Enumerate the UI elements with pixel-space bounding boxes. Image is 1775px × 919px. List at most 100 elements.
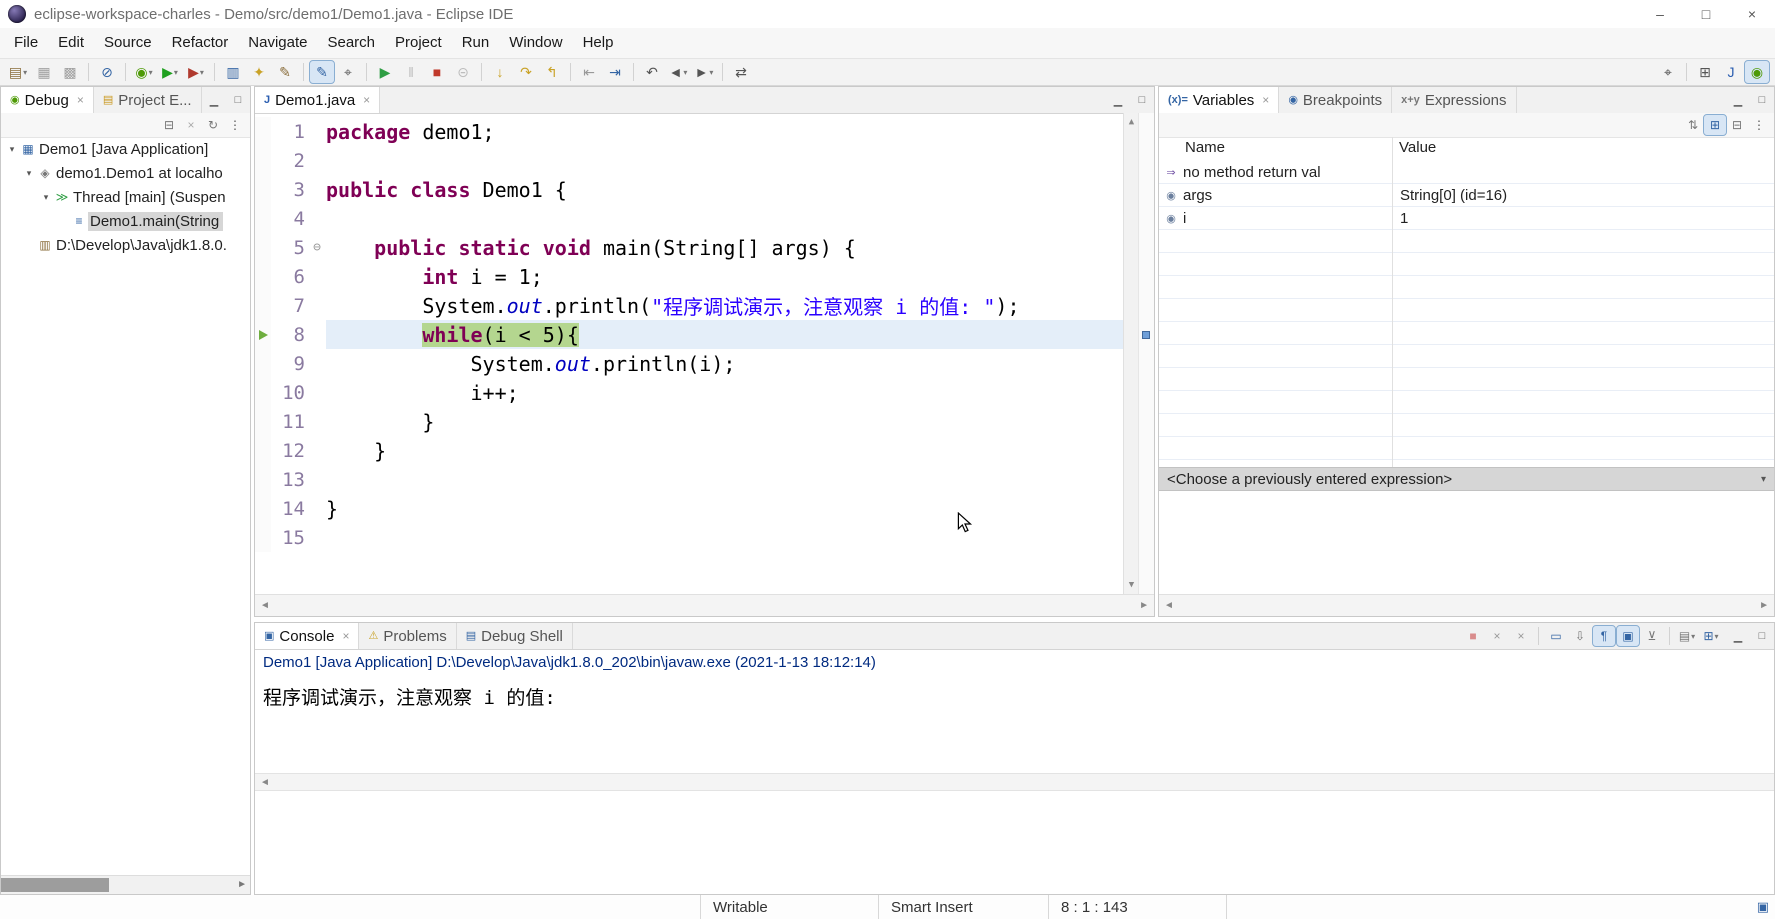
code-line[interactable]: 1package demo1; (255, 117, 1123, 146)
console-area-tab-console[interactable]: ▣Console× (255, 623, 359, 649)
menu-help[interactable]: Help (573, 28, 624, 58)
editor-tab-demo1-java[interactable]: JDemo1.java× (255, 87, 380, 113)
step-into-button[interactable]: ↓ (488, 61, 512, 83)
restart-button[interactable]: ↻ (202, 115, 224, 135)
terminate-button[interactable]: ■ (425, 61, 449, 83)
open-console-button[interactable]: ⊞▾ (1700, 626, 1722, 646)
scroll-right-icon[interactable]: ► (237, 879, 247, 890)
variable-row-no-method-return-val[interactable]: ⇒no method return val (1159, 161, 1774, 184)
console-output[interactable]: 程序调试演示，注意观察 i 的值: (255, 675, 1774, 779)
debug-button[interactable]: ◉▾ (132, 61, 156, 83)
variables-view-maximize-button[interactable]: □ (1750, 87, 1774, 113)
code-line[interactable]: 8 while(i < 5){ (255, 320, 1123, 349)
value-column-header[interactable]: Value (1399, 139, 1436, 156)
menu-project[interactable]: Project (385, 28, 452, 58)
show-type-names-button[interactable]: ⇅ (1682, 115, 1704, 135)
save-all-button[interactable]: ▩ (58, 61, 82, 83)
run-dropdown-icon[interactable]: ▾ (174, 68, 178, 77)
debug-view-minimize-button[interactable]: ▁ (202, 87, 226, 113)
code-editor[interactable]: 1package demo1;23public class Demo1 {45⊖… (255, 113, 1154, 594)
view-menu-button[interactable]: ⋮ (224, 115, 246, 135)
variable-row-i[interactable]: ◉i1 (1159, 207, 1774, 230)
menu-file[interactable]: File (4, 28, 48, 58)
coverage-dropdown-icon[interactable]: ▾ (200, 68, 204, 77)
window-minimize-button[interactable]: – (1637, 0, 1683, 28)
code-line[interactable]: 13 (255, 465, 1123, 494)
skip-all-breakpoints-button[interactable]: ⊘ (95, 61, 119, 83)
window-close-button[interactable]: × (1729, 0, 1775, 28)
menu-search[interactable]: Search (317, 28, 385, 58)
display-selected-console-dropdown-icon[interactable]: ▾ (1691, 632, 1695, 641)
scroll-right-icon[interactable]: ► (1139, 600, 1149, 611)
scroll-up-icon[interactable]: ▲ (1129, 117, 1134, 127)
vars-area-tab-breakpoints[interactable]: ◉Breakpoints (1279, 87, 1392, 113)
status-corner-icon[interactable]: ▣ (1757, 899, 1769, 915)
java-perspective-button[interactable]: J (1719, 61, 1743, 83)
menu-navigate[interactable]: Navigate (238, 28, 317, 58)
resume-button[interactable]: ▶ (373, 61, 397, 83)
scrollbar-thumb[interactable] (1, 878, 109, 892)
debug-tree-item-demo1-demo1-at-localho[interactable]: ▾◈demo1.Demo1 at localho (1, 161, 250, 185)
code-line[interactable]: 11 } (255, 407, 1123, 436)
variable-row-args[interactable]: ◉argsString[0] (id=16) (1159, 184, 1774, 207)
editor-horizontal-scrollbar[interactable]: ◄ ► (255, 594, 1154, 616)
editor-vertical-scrollbar[interactable]: ▲ ▼ (1123, 113, 1139, 594)
expression-entry-bar[interactable]: <Choose a previously entered expression>… (1159, 467, 1774, 491)
code-line[interactable]: 9 System.out.println(i); (255, 349, 1123, 378)
open-type-button[interactable]: ✎ (273, 61, 297, 83)
remove-all-terminated-button[interactable]: × (180, 115, 202, 135)
chevron-down-icon[interactable]: ▾ (1761, 474, 1766, 485)
scroll-left-icon[interactable]: ◄ (260, 600, 270, 611)
code-line[interactable]: 14} (255, 494, 1123, 523)
code-line[interactable]: 2 (255, 146, 1123, 175)
window-maximize-button[interactable]: □ (1683, 0, 1729, 28)
code-line[interactable]: 10 i++; (255, 378, 1123, 407)
forward-button[interactable]: ►▾ (692, 61, 716, 83)
menu-source[interactable]: Source (94, 28, 162, 58)
link-with-editor-button[interactable]: ⇄ (729, 61, 753, 83)
back-dropdown-icon[interactable]: ▾ (683, 68, 687, 77)
step-over-button[interactable]: ↷ (514, 61, 538, 83)
scroll-right-icon[interactable]: ► (1759, 600, 1769, 611)
last-edit-location-button[interactable]: ↶ (640, 61, 664, 83)
scroll-left-icon[interactable]: ◄ (260, 777, 270, 788)
terminate-button[interactable]: ■ (1462, 626, 1484, 646)
new-wizard-button[interactable]: ▤▾ (6, 61, 30, 83)
editor-maximize-button[interactable]: □ (1130, 87, 1154, 113)
code-line[interactable]: 15 (255, 523, 1123, 552)
coverage-button[interactable]: ▶▾ (184, 61, 208, 83)
search-button[interactable]: ⌖ (1656, 61, 1680, 83)
collapse-all-button[interactable]: ⊟ (1726, 115, 1748, 135)
close-console-tab-icon[interactable]: × (342, 629, 349, 643)
back-button[interactable]: ◄▾ (666, 61, 690, 83)
run-button[interactable]: ▶▾ (158, 61, 182, 83)
close-variables-tab-icon[interactable]: × (1262, 93, 1269, 107)
fold-toggle-icon[interactable]: ⊖ (308, 233, 326, 262)
step-return-button[interactable]: ↰ (540, 61, 564, 83)
use-step-filters-button[interactable]: ⇥ (603, 61, 627, 83)
variables-horizontal-scrollbar[interactable]: ◄ ► (1159, 594, 1774, 616)
debug-area-tab-project-e[interactable]: ▤Project E... (94, 87, 202, 113)
console-area-tab-problems[interactable]: ⚠Problems (359, 623, 456, 649)
pin-console-button[interactable]: ⊻ (1641, 626, 1663, 646)
clear-console-button[interactable]: ▭ (1545, 626, 1567, 646)
debug-perspective-button[interactable]: ◉ (1745, 61, 1769, 83)
menu-window[interactable]: Window (499, 28, 572, 58)
debug-view-maximize-button[interactable]: □ (226, 87, 250, 113)
close-debug-tab-icon[interactable]: × (77, 93, 84, 107)
menu-edit[interactable]: Edit (48, 28, 94, 58)
remove-launch-button[interactable]: × (1486, 626, 1508, 646)
code-line[interactable]: 4 (255, 204, 1123, 233)
tree-expander-icon[interactable]: ▾ (22, 168, 36, 179)
code-line[interactable]: 12 } (255, 436, 1123, 465)
word-wrap-button[interactable]: ¶ (1593, 626, 1615, 646)
create-element-button[interactable]: ✦ (247, 61, 271, 83)
code-line[interactable]: 3public class Demo1 { (255, 175, 1123, 204)
suspend-button[interactable]: ‖ (399, 61, 423, 83)
scroll-left-icon[interactable]: ◄ (1164, 600, 1174, 611)
vars-area-tab-variables[interactable]: (x)=Variables× (1159, 87, 1279, 113)
remove-all-launches-button[interactable]: × (1510, 626, 1532, 646)
new-java-project-button[interactable]: ▥ (221, 61, 245, 83)
search-menu-button[interactable]: ⌖ (336, 61, 360, 83)
toggle-mark-occurrences-button[interactable]: ✎ (310, 61, 334, 83)
